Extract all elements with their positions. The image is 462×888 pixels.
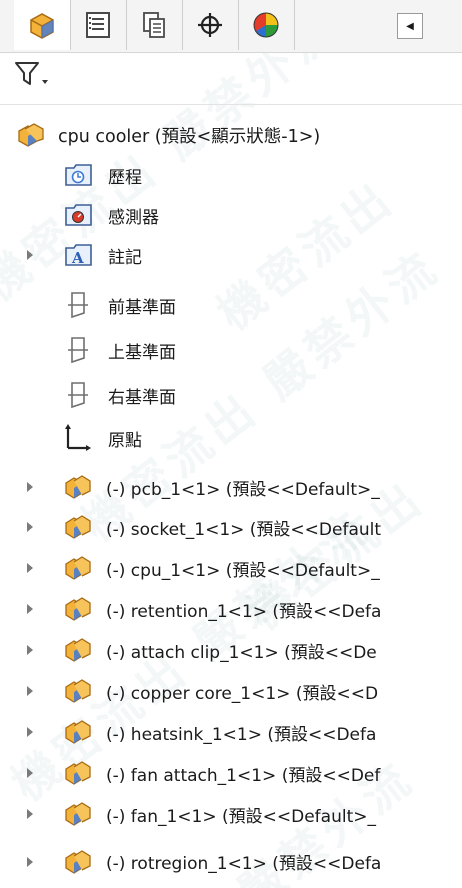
tree-component-label: (-) retention_1<1> (預設<<Defa <box>106 601 382 622</box>
display-pie-icon <box>253 12 279 38</box>
tree-component-item[interactable]: (-) fan_1<1> (預設<<Default>_ <box>0 794 462 834</box>
expand-arrow-icon[interactable] <box>27 768 33 778</box>
tabs-scroll-left-button[interactable]: ◀ <box>397 13 423 39</box>
expand-arrow-icon[interactable] <box>27 645 33 655</box>
tab-property-manager[interactable] <box>70 0 127 50</box>
tree-component-item[interactable]: (-) heatsink_1<1> (預設<<Defa <box>0 712 462 752</box>
component-icon <box>65 720 91 744</box>
tree-component-item[interactable]: (-) attach clip_1<1> (預設<<De <box>0 630 462 670</box>
tree-item-annotations[interactable]: A 註記 <box>0 235 462 275</box>
expand-arrow-icon[interactable] <box>27 809 33 819</box>
tree-component-item[interactable]: (-) retention_1<1> (預設<<Defa <box>0 589 462 629</box>
tree-item-top-plane[interactable]: 上基準面 <box>0 330 462 370</box>
component-icon <box>65 849 91 874</box>
history-folder-icon <box>65 164 92 186</box>
tree-component-item[interactable]: (-) rotregion_1<1> (預設<<Defa <box>0 835 462 888</box>
filter-button[interactable] <box>14 60 58 90</box>
tree-component-label: (-) pcb_1<1> (預設<<Default>_ <box>106 479 380 500</box>
tree-item-history[interactable]: 歷程 <box>0 155 462 195</box>
tree-component-item[interactable]: (-) copper core_1<1> (預設<<D <box>0 671 462 711</box>
tree-root-label: cpu cooler (預設<顯示狀態-1>) <box>58 126 321 147</box>
tree-item-label: 右基準面 <box>108 387 176 408</box>
tree-component-label: (-) attach clip_1<1> (預設<<De <box>106 642 377 663</box>
expand-arrow-icon[interactable] <box>27 482 33 492</box>
tree-component-label: (-) heatsink_1<1> (預設<<Defa <box>106 724 377 745</box>
filter-bar <box>0 54 462 105</box>
component-icon <box>65 515 91 539</box>
tree-component-label: (-) rotregion_1<1> (預設<<Defa <box>106 854 382 874</box>
tab-display-manager[interactable] <box>238 0 295 50</box>
tree-item-sensors[interactable]: 感測器 <box>0 195 462 235</box>
expand-arrow-icon[interactable] <box>27 727 33 737</box>
component-icon <box>65 556 91 580</box>
tree-component-label: (-) fan_1<1> (預設<<Default>_ <box>106 806 376 827</box>
property-list-icon <box>86 12 110 38</box>
origin-icon <box>65 424 91 451</box>
configuration-icon <box>143 12 165 38</box>
expand-arrow-icon[interactable] <box>27 522 33 532</box>
expand-arrow-icon[interactable] <box>27 604 33 614</box>
tab-configuration-manager[interactable] <box>126 0 183 50</box>
tree-component-label: (-) fan attach_1<1> (預設<<Def <box>106 765 381 786</box>
tab-feature-manager[interactable] <box>14 0 71 50</box>
component-icon <box>65 638 91 662</box>
component-icon <box>65 761 91 785</box>
tree-component-item[interactable]: (-) socket_1<1> (預設<<Default <box>0 507 462 547</box>
tree-item-label: 前基準面 <box>108 297 176 318</box>
tab-dimxpert[interactable] <box>182 0 239 50</box>
tree-item-label: 上基準面 <box>108 342 176 363</box>
tree-item-origin[interactable]: 原點 <box>0 418 462 458</box>
tree-item-front-plane[interactable]: 前基準面 <box>0 285 462 325</box>
component-icon <box>65 597 91 621</box>
tree-component-label: (-) socket_1<1> (預設<<Default <box>106 519 382 540</box>
annotation-folder-icon: A <box>65 244 92 267</box>
expand-arrow-icon[interactable] <box>27 856 33 867</box>
tree-item-label: 歷程 <box>108 167 142 188</box>
expand-arrow-icon[interactable] <box>27 686 33 696</box>
tree-item-label: 感測器 <box>108 207 159 228</box>
svg-text:A: A <box>71 249 84 267</box>
component-icon <box>65 802 91 826</box>
component-icon <box>65 475 91 499</box>
assembly-icon <box>18 123 44 147</box>
tree-item-label: 原點 <box>108 430 142 451</box>
filter-icon <box>15 62 48 85</box>
plane-icon <box>68 382 88 409</box>
expand-arrow-icon[interactable] <box>27 563 33 573</box>
manager-tabs-toolbar: ◀ <box>0 0 462 53</box>
component-icon <box>65 679 91 703</box>
crosshair-icon <box>198 13 222 37</box>
tree-component-item[interactable]: (-) cpu_1<1> (預設<<Default>_ <box>0 548 462 588</box>
tree-component-item[interactable]: (-) pcb_1<1> (預設<<Default>_ <box>0 467 462 507</box>
triangle-left-icon: ◀ <box>406 20 414 32</box>
tree-component-item[interactable]: (-) fan attach_1<1> (預設<<Def <box>0 753 462 793</box>
tree-component-label: (-) cpu_1<1> (預設<<Default>_ <box>106 560 380 581</box>
expand-arrow-icon[interactable] <box>27 250 33 260</box>
plane-icon <box>68 337 88 364</box>
plane-icon <box>68 292 88 319</box>
part-tree-icon <box>30 13 54 39</box>
tree-item-right-plane[interactable]: 右基準面 <box>0 375 462 415</box>
sensor-folder-icon <box>65 204 92 226</box>
tree-root-item[interactable]: cpu cooler (預設<顯示狀態-1>) <box>0 115 462 155</box>
tree-item-label: 註記 <box>108 247 142 268</box>
tree-component-label: (-) copper core_1<1> (預設<<D <box>106 683 379 704</box>
